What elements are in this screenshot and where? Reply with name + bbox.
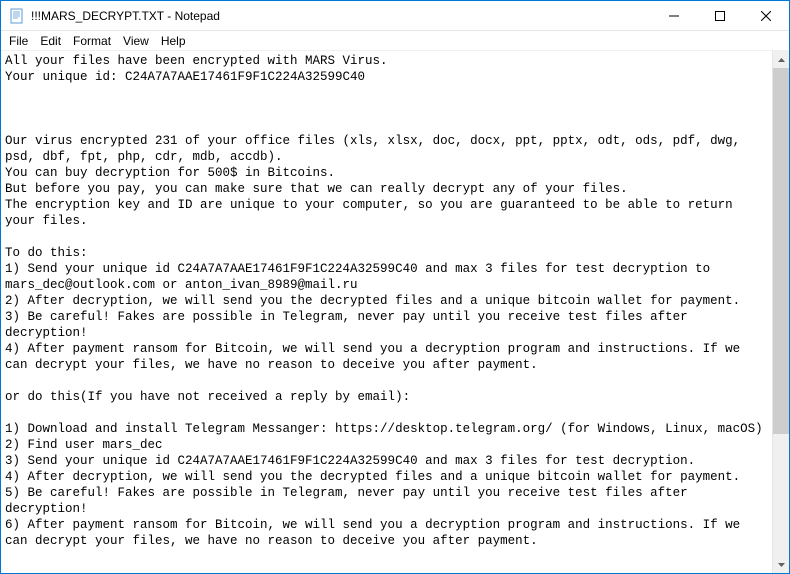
menu-edit[interactable]: Edit [34, 32, 67, 50]
menu-help[interactable]: Help [155, 32, 192, 50]
text-area[interactable]: All your files have been encrypted with … [1, 51, 772, 573]
window-title: !!!MARS_DECRYPT.TXT - Notepad [31, 9, 651, 23]
menubar: File Edit Format View Help [1, 31, 789, 51]
titlebar: !!!MARS_DECRYPT.TXT - Notepad [1, 1, 789, 31]
content-wrapper: All your files have been encrypted with … [1, 51, 789, 573]
notepad-window: !!!MARS_DECRYPT.TXT - Notepad File Edit … [0, 0, 790, 574]
minimize-button[interactable] [651, 1, 697, 30]
notepad-icon [9, 8, 25, 24]
scroll-up-button[interactable] [773, 51, 789, 68]
scroll-track[interactable] [773, 68, 789, 556]
scroll-down-button[interactable] [773, 556, 789, 573]
maximize-button[interactable] [697, 1, 743, 30]
menu-file[interactable]: File [3, 32, 34, 50]
vertical-scrollbar [772, 51, 789, 573]
scroll-thumb[interactable] [773, 68, 789, 434]
window-controls [651, 1, 789, 30]
menu-view[interactable]: View [117, 32, 155, 50]
close-button[interactable] [743, 1, 789, 30]
menu-format[interactable]: Format [67, 32, 117, 50]
